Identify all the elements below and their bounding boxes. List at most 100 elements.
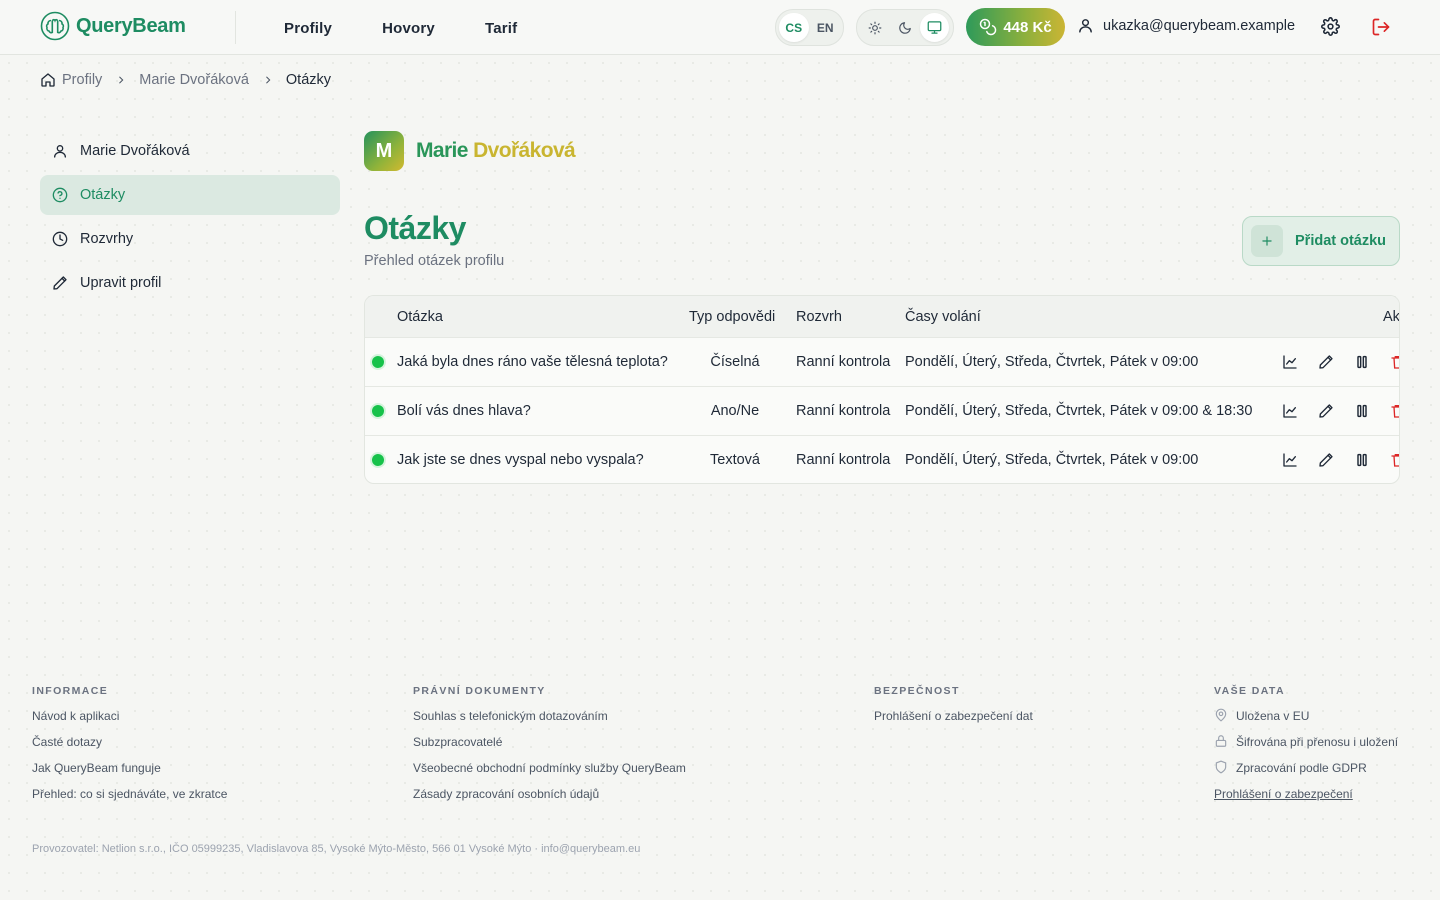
question-text: Jak jste se dnes vyspal nebo vyspala? — [397, 452, 644, 468]
brain-logo-icon — [40, 11, 70, 41]
footer-column-data: VAŠE DATA Uložena v EU Šifrována při pře… — [1214, 685, 1398, 812]
status-indicator — [372, 338, 384, 386]
sidebar-item-label: Marie Dvořáková — [80, 143, 190, 159]
pause-icon[interactable] — [1353, 451, 1371, 469]
help-circle-icon — [52, 187, 68, 203]
active-status-dot — [372, 356, 384, 368]
app-name: QueryBeam — [76, 14, 186, 37]
schedule-name: Ranní kontrola — [796, 452, 891, 468]
answer-type: Číselná — [710, 354, 760, 370]
footer-link[interactable]: Prohlášení o zabezpečení dat — [874, 708, 1033, 734]
question-text: Bolí vás dnes hlava? — [397, 403, 531, 419]
footer-link[interactable]: Všeobecné obchodní podmínky služby Query… — [413, 760, 686, 786]
theme-system-button[interactable] — [920, 13, 950, 42]
footer-link[interactable]: Souhlas s telefonickým dotazováním — [413, 708, 686, 734]
nav-link-tarif[interactable]: Tarif — [485, 20, 517, 37]
sidebar-item-label: Otázky — [80, 187, 126, 203]
footer-link[interactable]: Přehled: co si sjednáváte, ve zkratce — [32, 786, 227, 812]
sidebar-item-schedules[interactable]: Rozvrhy — [40, 219, 340, 259]
sun-icon — [868, 21, 882, 35]
chart-icon[interactable] — [1281, 353, 1299, 371]
footer-link[interactable]: Zásady zpracování osobních údajů — [413, 786, 686, 812]
footer-data-label: Šifrována při přenosu i uložení — [1236, 735, 1399, 749]
footer-heading: VAŠE DATA — [1214, 685, 1285, 697]
top-bar: QueryBeam Profily Hovory Tarif CS EN 448… — [0, 0, 1440, 55]
column-header-question: Otázka — [397, 308, 443, 325]
schedule-name: Ranní kontrola — [796, 403, 891, 419]
profile-sidebar: Marie Dvořáková Otázky Rozvrhy Upravit p… — [40, 131, 340, 307]
credit-amount: 448 Kč — [1003, 18, 1052, 36]
sidebar-item-profile[interactable]: Marie Dvořáková — [40, 131, 340, 171]
map-pin-icon — [1214, 708, 1228, 722]
question-text: Jaká byla dnes ráno vaše tělesná teplota… — [397, 354, 668, 370]
status-indicator — [372, 436, 384, 483]
breadcrumb: Profily Marie Dvořáková Otázky — [40, 72, 331, 88]
active-status-dot — [372, 454, 384, 466]
row-actions — [1281, 338, 1399, 386]
footer-data-item: Šifrována při přenosu i uložení — [1214, 734, 1398, 760]
pencil-icon — [52, 275, 68, 291]
language-switcher: CS EN — [775, 9, 844, 46]
sidebar-item-questions[interactable]: Otázky — [40, 175, 340, 215]
trash-icon[interactable] — [1389, 402, 1399, 420]
operator-info: Provozovatel: Netlion s.r.o., IČO 059992… — [32, 843, 641, 855]
user-icon — [52, 143, 68, 159]
theme-light-button[interactable] — [861, 13, 890, 42]
sidebar-item-label: Upravit profil — [80, 275, 162, 291]
row-actions — [1281, 436, 1399, 483]
sidebar-item-edit-profile[interactable]: Upravit profil — [40, 263, 340, 303]
table-row: Jaká byla dnes ráno vaše tělesná teplota… — [365, 337, 1399, 386]
security-statement-link[interactable]: Prohlášení o zabezpečení — [1214, 786, 1398, 812]
questions-table: Otázka Typ odpovědi Rozvrh Časy volání A… — [364, 295, 1400, 484]
footer-data-label: Zpracování podle GDPR — [1236, 761, 1367, 775]
nav-link-profily[interactable]: Profily — [284, 20, 332, 37]
add-question-label: Přidat otázku — [1295, 233, 1387, 249]
credit-balance-badge[interactable]: 448 Kč — [966, 8, 1065, 46]
settings-gear-icon[interactable] — [1321, 17, 1340, 36]
call-times: Pondělí, Úterý, Středa, Čtvrtek, Pátek v… — [905, 354, 1199, 370]
column-header-schedule: Rozvrh — [796, 308, 842, 325]
footer-column-info: INFORMACE Návod k aplikaci Časté dotazy … — [32, 685, 227, 812]
footer-link[interactable]: Subzpracovatelé — [413, 734, 686, 760]
footer-data-item: Uložena v EU — [1214, 708, 1398, 734]
trash-icon[interactable] — [1389, 451, 1399, 469]
home-icon — [40, 72, 56, 88]
column-header-times: Časy volání — [905, 308, 981, 325]
profile-last-name: Dvořáková — [473, 139, 576, 162]
column-header-type: Typ odpovědi — [689, 308, 776, 325]
user-email: ukazka@querybeam.example — [1103, 17, 1296, 34]
chart-icon[interactable] — [1281, 451, 1299, 469]
app-logo[interactable]: QueryBeam — [40, 11, 186, 41]
clock-icon — [52, 231, 68, 247]
footer-heading: INFORMACE — [32, 685, 109, 697]
edit-pencil-icon[interactable] — [1317, 353, 1335, 371]
pause-icon[interactable] — [1353, 402, 1371, 420]
edit-pencil-icon[interactable] — [1317, 402, 1335, 420]
footer-column-legal: PRÁVNÍ DOKUMENTY Souhlas s telefonickým … — [413, 685, 686, 812]
edit-pencil-icon[interactable] — [1317, 451, 1335, 469]
trash-icon[interactable] — [1389, 353, 1399, 371]
nav-link-hovory[interactable]: Hovory — [382, 20, 435, 37]
language-cs-button[interactable]: CS — [779, 13, 809, 42]
breadcrumb-item-profile[interactable]: Marie Dvořáková — [139, 72, 249, 88]
main-nav: Profily Hovory Tarif — [284, 20, 567, 37]
add-question-button[interactable]: Přidat otázku — [1242, 216, 1400, 266]
footer-link[interactable]: Jak QueryBeam funguje — [32, 760, 227, 786]
footer-data-label: Uložena v EU — [1236, 709, 1310, 723]
chevron-right-icon — [263, 75, 273, 85]
user-menu[interactable]: ukazka@querybeam.example — [1077, 17, 1295, 34]
table-row: Jak jste se dnes vyspal nebo vyspala? Te… — [365, 435, 1399, 483]
logout-icon[interactable] — [1371, 17, 1391, 37]
footer-link[interactable]: Časté dotazy — [32, 734, 227, 760]
breadcrumb-item-profily[interactable]: Profily — [40, 72, 102, 88]
page-title: Otázky — [364, 210, 466, 246]
pause-icon[interactable] — [1353, 353, 1371, 371]
language-en-button[interactable]: EN — [811, 13, 841, 42]
schedule-name: Ranní kontrola — [796, 354, 891, 370]
user-icon — [1077, 17, 1094, 34]
chevron-right-icon — [116, 75, 126, 85]
footer-link[interactable]: Návod k aplikaci — [32, 708, 227, 734]
footer-data-item: Zpracování podle GDPR — [1214, 760, 1398, 786]
chart-icon[interactable] — [1281, 402, 1299, 420]
theme-dark-button[interactable] — [891, 13, 920, 42]
